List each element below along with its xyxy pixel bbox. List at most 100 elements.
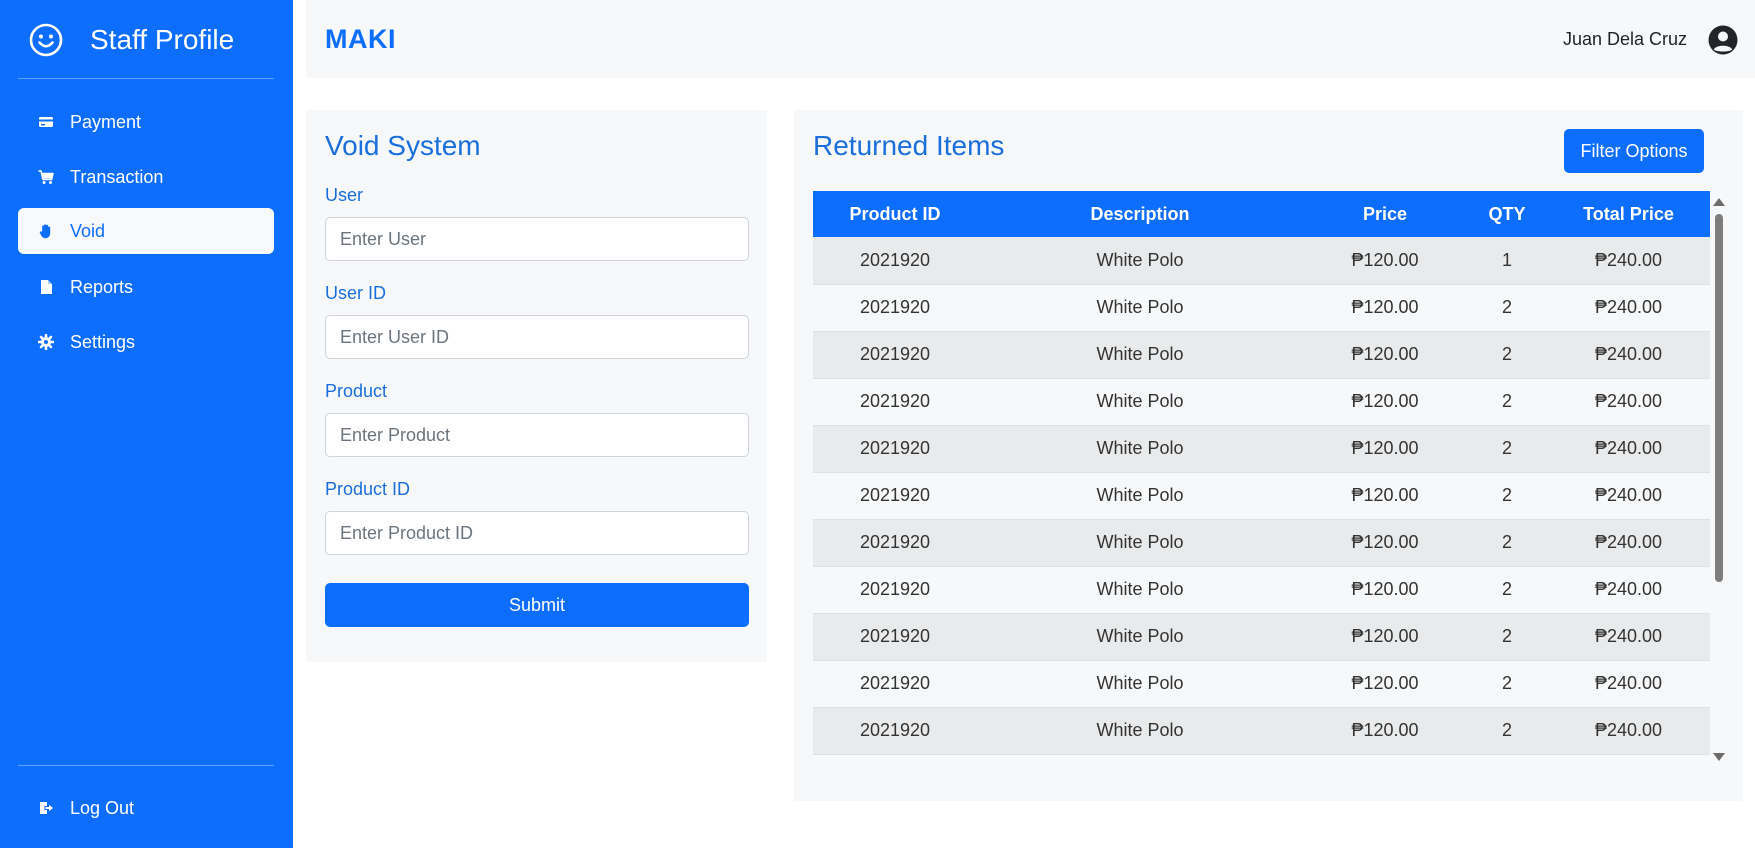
cell-price: ₱120.00 bbox=[1303, 707, 1467, 755]
cell-total-price: ₱240.00 bbox=[1547, 425, 1710, 473]
sidebar-item-label: Settings bbox=[70, 331, 136, 352]
cell-total-price: ₱240.00 bbox=[1547, 331, 1710, 379]
sidebar-item-settings[interactable]: Settings bbox=[18, 319, 274, 365]
sidebar-item-payment[interactable]: Payment bbox=[18, 99, 274, 145]
cell-total-price: ₱240.00 bbox=[1547, 472, 1710, 520]
table-row[interactable]: 2021920 White Polo ₱120.00 1 ₱240.00 bbox=[813, 237, 1710, 285]
cell-qty: 2 bbox=[1467, 472, 1547, 520]
column-header-total-price[interactable]: Total Price bbox=[1547, 191, 1710, 237]
product-id-input[interactable] bbox=[325, 511, 749, 555]
table-row[interactable]: 2021920 White Polo ₱120.00 2 ₱240.00 bbox=[813, 566, 1710, 614]
gear-icon bbox=[37, 333, 55, 351]
cell-price: ₱120.00 bbox=[1303, 284, 1467, 332]
sidebar-item-label: Reports bbox=[70, 276, 134, 297]
cell-description: White Polo bbox=[977, 519, 1303, 567]
cell-total-price: ₱240.00 bbox=[1547, 519, 1710, 567]
cell-description: White Polo bbox=[977, 378, 1303, 426]
cell-description: White Polo bbox=[977, 284, 1303, 332]
sidebar-item-void[interactable]: Void bbox=[18, 208, 274, 254]
table-row[interactable]: 2021920 White Polo ₱120.00 2 ₱240.00 bbox=[813, 613, 1710, 661]
top-header: MAKI Juan Dela Cruz bbox=[306, 0, 1755, 78]
column-header-product-id[interactable]: Product ID bbox=[813, 191, 977, 237]
sidebar-item-transaction[interactable]: Transaction bbox=[18, 154, 274, 200]
cell-description: White Polo bbox=[977, 425, 1303, 473]
table-row[interactable]: 2021920 White Polo ₱120.00 2 ₱240.00 bbox=[813, 519, 1710, 567]
cell-product-id: 2021920 bbox=[813, 660, 977, 708]
cell-price: ₱120.00 bbox=[1303, 519, 1467, 567]
sidebar-item-label: Payment bbox=[70, 111, 142, 132]
cell-description: White Polo bbox=[977, 707, 1303, 755]
cell-product-id: 2021920 bbox=[813, 566, 977, 614]
table-row[interactable]: 2021920 White Polo ₱120.00 2 ₱240.00 bbox=[813, 378, 1710, 426]
logout-label: Log Out bbox=[70, 797, 135, 818]
sidebar-title: Staff Profile bbox=[90, 24, 235, 55]
user-label: User bbox=[325, 185, 364, 205]
hand-icon bbox=[37, 222, 55, 240]
cell-description: White Polo bbox=[977, 660, 1303, 708]
table-header-row: Product ID Description Price QTY Total P… bbox=[813, 191, 1710, 237]
logout-icon bbox=[37, 799, 55, 817]
cell-price: ₱120.00 bbox=[1303, 472, 1467, 520]
cell-qty: 2 bbox=[1467, 566, 1547, 614]
sidebar-item-label: Void bbox=[70, 220, 106, 241]
cell-description: White Polo bbox=[977, 237, 1303, 285]
table-scrollbar[interactable] bbox=[1712, 198, 1726, 761]
sidebar-item-label: Transaction bbox=[70, 166, 164, 187]
cell-description: White Polo bbox=[977, 472, 1303, 520]
scroll-down-arrow-icon[interactable] bbox=[1713, 753, 1725, 761]
cell-description: White Polo bbox=[977, 566, 1303, 614]
user-name: Juan Dela Cruz bbox=[1562, 29, 1687, 49]
column-header-price[interactable]: Price bbox=[1303, 191, 1467, 237]
cell-product-id: 2021920 bbox=[813, 425, 977, 473]
returned-items-table: Product ID Description Price QTY Total P… bbox=[813, 191, 1710, 755]
void-system-panel: Void System User User ID Product Product… bbox=[306, 110, 767, 662]
cell-qty: 2 bbox=[1467, 425, 1547, 473]
sidebar-divider-top bbox=[18, 78, 274, 79]
sidebar-item-reports[interactable]: Reports bbox=[18, 264, 274, 310]
app-logo: MAKI bbox=[325, 24, 396, 54]
cell-total-price: ₱240.00 bbox=[1547, 707, 1710, 755]
product-id-label: Product ID bbox=[325, 479, 411, 499]
filter-options-button[interactable]: Filter Options bbox=[1564, 129, 1704, 173]
logout-button[interactable]: Log Out bbox=[18, 785, 274, 831]
credit-card-icon bbox=[37, 113, 55, 131]
brand: Staff Profile bbox=[28, 22, 234, 58]
cell-price: ₱120.00 bbox=[1303, 566, 1467, 614]
cell-product-id: 2021920 bbox=[813, 331, 977, 379]
user-avatar-icon[interactable] bbox=[1707, 24, 1739, 56]
cell-qty: 2 bbox=[1467, 707, 1547, 755]
cell-product-id: 2021920 bbox=[813, 519, 977, 567]
table-row[interactable]: 2021920 White Polo ₱120.00 2 ₱240.00 bbox=[813, 472, 1710, 520]
column-header-qty[interactable]: QTY bbox=[1467, 191, 1547, 237]
cell-qty: 2 bbox=[1467, 284, 1547, 332]
table-row[interactable]: 2021920 White Polo ₱120.00 2 ₱240.00 bbox=[813, 331, 1710, 379]
submit-button[interactable]: Submit bbox=[325, 583, 749, 627]
cell-total-price: ₱240.00 bbox=[1547, 237, 1710, 285]
cell-price: ₱120.00 bbox=[1303, 378, 1467, 426]
file-icon bbox=[37, 278, 55, 296]
product-label: Product bbox=[325, 381, 388, 401]
cell-product-id: 2021920 bbox=[813, 237, 977, 285]
product-input[interactable] bbox=[325, 413, 749, 457]
scrollbar-thumb[interactable] bbox=[1715, 214, 1723, 582]
table-row[interactable]: 2021920 White Polo ₱120.00 2 ₱240.00 bbox=[813, 660, 1710, 708]
user-input[interactable] bbox=[325, 217, 749, 261]
cell-product-id: 2021920 bbox=[813, 613, 977, 661]
cell-total-price: ₱240.00 bbox=[1547, 378, 1710, 426]
column-header-description[interactable]: Description bbox=[977, 191, 1303, 237]
table-row[interactable]: 2021920 White Polo ₱120.00 2 ₱240.00 bbox=[813, 284, 1710, 332]
cell-price: ₱120.00 bbox=[1303, 331, 1467, 379]
smiley-icon bbox=[29, 23, 63, 57]
cell-price: ₱120.00 bbox=[1303, 660, 1467, 708]
cell-qty: 1 bbox=[1467, 237, 1547, 285]
returned-items-title: Returned Items bbox=[813, 130, 1005, 161]
scroll-up-arrow-icon[interactable] bbox=[1713, 198, 1725, 206]
user-id-input[interactable] bbox=[325, 315, 749, 359]
cell-price: ₱120.00 bbox=[1303, 613, 1467, 661]
cell-price: ₱120.00 bbox=[1303, 425, 1467, 473]
cell-total-price: ₱240.00 bbox=[1547, 284, 1710, 332]
table-row[interactable]: 2021920 White Polo ₱120.00 2 ₱240.00 bbox=[813, 425, 1710, 473]
table-row[interactable]: 2021920 White Polo ₱120.00 2 ₱240.00 bbox=[813, 707, 1710, 755]
cell-qty: 2 bbox=[1467, 331, 1547, 379]
void-system-title: Void System bbox=[325, 130, 481, 161]
